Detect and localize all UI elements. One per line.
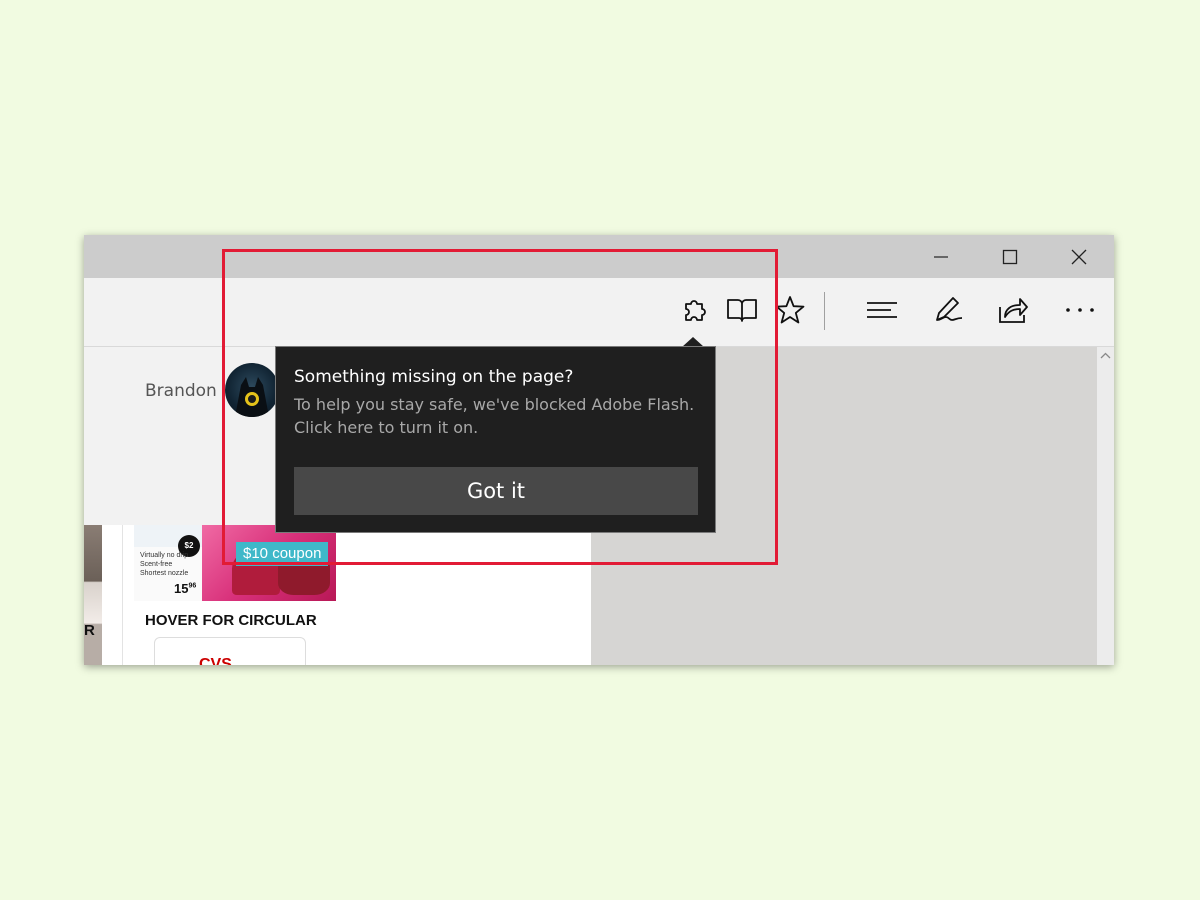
username[interactable]: Brandon [145,381,217,401]
title-bar [84,235,1114,278]
ad-text-fragment: R [84,622,95,639]
scroll-up-icon [1100,352,1111,359]
reading-view-button[interactable] [720,288,764,332]
share-button[interactable] [991,288,1035,332]
share-icon [999,298,1028,323]
product-price-cents: 96 [188,582,197,590]
vertical-scrollbar[interactable] [1097,347,1114,665]
brand-logo: CVS [199,656,232,665]
browser-toolbar [84,278,1114,347]
circular-link[interactable]: HOVER FOR CIRCULAR [145,612,317,629]
ad-image-left [84,525,102,665]
maximize-button[interactable] [975,235,1044,278]
minimize-icon [933,255,948,258]
minimize-button[interactable] [906,235,975,278]
more-button[interactable] [1058,288,1102,332]
ad-product-image: $2 Virtually no drip Scent-free Shortest… [134,525,204,601]
puzzle-icon [685,300,706,321]
flyout-title: Something missing on the page? [294,367,574,387]
reading-view-icon [727,299,757,322]
avatar[interactable] [225,363,279,417]
profile-bar: Brandon [84,347,284,525]
favorite-star-icon [775,296,805,324]
product-line: Virtually no drip [140,552,189,559]
flyout-body[interactable]: To help you stay safe, we've blocked Ado… [294,393,704,439]
coupon-badge[interactable]: $10 coupon [236,542,329,566]
favorite-button[interactable] [768,288,812,332]
web-note-icon [936,297,963,321]
close-button[interactable] [1044,235,1113,278]
product-line: Shortest nozzle [140,570,189,577]
flash-blocked-button[interactable] [672,288,716,332]
toolbar-separator [824,292,825,330]
maximize-icon [1002,249,1017,264]
hub-button[interactable] [860,288,904,332]
ad-divider [122,525,123,665]
hub-icon [867,302,897,318]
avatar-image-icon [235,377,269,417]
more-icon [1066,308,1094,312]
product-line: Scent-free [140,561,173,568]
close-icon [1071,249,1086,264]
product-price: 15 [174,581,189,596]
web-note-button[interactable] [927,288,971,332]
brand-card[interactable]: CVS [154,637,306,665]
got-it-button[interactable]: Got it [294,467,698,515]
flash-blocked-flyout[interactable]: Something missing on the page? To help y… [275,346,716,533]
